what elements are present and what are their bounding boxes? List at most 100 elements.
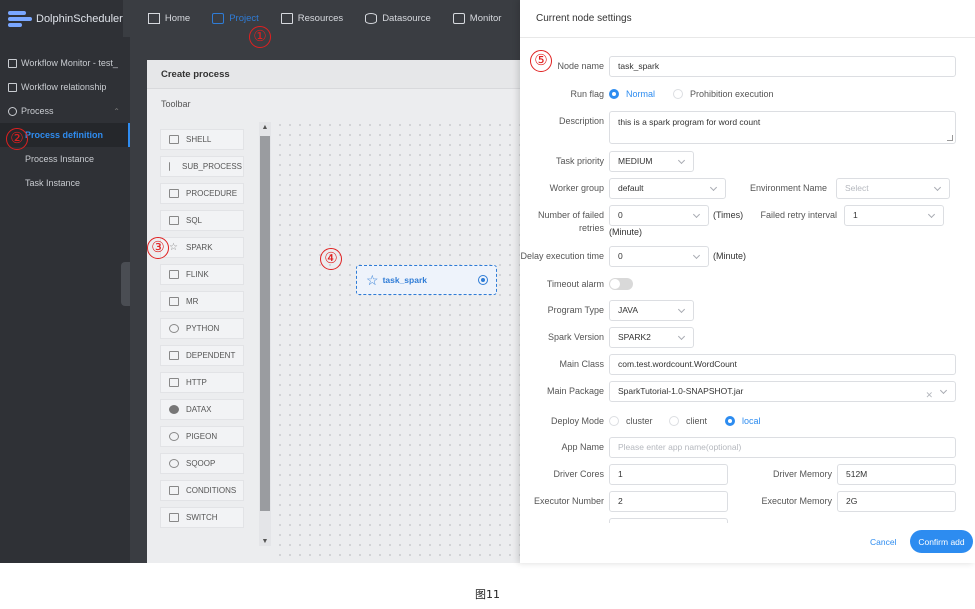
failed-retry-interval-select[interactable]: 1 — [844, 205, 944, 226]
driver-cores-input[interactable]: 1 — [609, 464, 728, 485]
sidebar-item-workflow-monitor[interactable]: Workflow Monitor - test_ — [0, 51, 130, 75]
sidebar-item-label: Process Instance — [25, 154, 95, 164]
scroll-thumb[interactable] — [260, 136, 270, 511]
tool-label: SWITCH — [186, 513, 218, 522]
nav-datasource[interactable]: Datasource — [365, 13, 431, 24]
http-icon — [169, 378, 179, 387]
home-icon — [8, 58, 17, 68]
sqoop-icon — [169, 459, 179, 468]
radio-label: Normal — [626, 89, 656, 99]
deploy-mode-local-radio[interactable]: local — [725, 416, 761, 426]
tool-shell[interactable]: SHELL — [160, 129, 244, 150]
delay-execution-select[interactable]: 0 — [609, 246, 709, 267]
task-priority-select[interactable]: MEDIUM — [609, 151, 694, 172]
datax-icon — [169, 405, 179, 414]
sidebar-item-process[interactable]: Process ⌃ — [0, 99, 130, 123]
scroll-down-icon[interactable]: ▼ — [259, 536, 271, 548]
worker-group-select[interactable]: default — [609, 178, 726, 199]
spark-version-select[interactable]: SPARK2 — [609, 327, 694, 348]
tool-sqoop[interactable]: SQOOP — [160, 453, 244, 474]
program-type-label: Program Type — [547, 305, 604, 315]
sidebar-item-label: Workflow Monitor - test_ — [21, 58, 118, 68]
confirm-add-button[interactable]: Confirm add — [910, 530, 973, 553]
app-name-input[interactable]: Please enter app name(optional) — [609, 437, 956, 458]
clear-icon[interactable]: ✕ — [925, 386, 933, 401]
chevron-down-icon — [709, 183, 718, 192]
main-package-select[interactable]: SparkTutorial-1.0-SNAPSHOT.jar ✕ — [609, 381, 956, 402]
deploy-mode-cluster-radio[interactable]: cluster — [609, 416, 653, 426]
environment-name-select[interactable]: Select — [836, 178, 950, 199]
chevron-up-icon: ⌃ — [113, 106, 120, 116]
main-class-label: Main Class — [559, 359, 604, 369]
sidebar-item-process-instance[interactable]: Process Instance — [0, 147, 130, 171]
failed-retries-label-2: retries — [578, 223, 604, 233]
tool-switch[interactable]: SWITCH — [160, 507, 244, 528]
tool-sql[interactable]: SQL — [160, 210, 244, 231]
drawer-form: Node name task_spark Run flag Normal Pro… — [520, 37, 975, 523]
tool-sub-process[interactable]: SUB_PROCESS — [160, 156, 244, 177]
failed-retries-label-1: Number of failed — [537, 210, 604, 220]
timeout-alarm-toggle[interactable] — [609, 278, 633, 290]
chevron-down-icon — [677, 156, 686, 165]
flink-icon — [169, 270, 179, 279]
logo[interactable]: DolphinScheduler — [0, 0, 123, 37]
main-class-input[interactable]: com.test.wordcount.WordCount — [609, 354, 956, 375]
radio-label: cluster — [626, 416, 653, 426]
app-window: DolphinScheduler Home Project Resources … — [0, 0, 520, 563]
main-package-label: Main Package — [546, 386, 604, 396]
executor-number-label: Executor Number — [533, 496, 604, 506]
node-port-icon[interactable] — [478, 275, 488, 285]
tool-mr[interactable]: MR — [160, 291, 244, 312]
tool-http[interactable]: HTTP — [160, 372, 244, 393]
run-flag-normal-radio[interactable]: Normal — [609, 89, 655, 99]
sidebar-item-task-instance[interactable]: Task Instance — [0, 171, 130, 195]
deploy-mode-client-radio[interactable]: client — [669, 416, 707, 426]
drawer-footer: Cancel Confirm add — [520, 523, 975, 563]
sidebar-item-workflow-relationship[interactable]: Workflow relationship — [0, 75, 130, 99]
select-placeholder: Select — [845, 183, 869, 193]
dag-canvas[interactable] — [275, 120, 520, 563]
run-flag-prohibition-radio[interactable]: Prohibition execution — [673, 89, 774, 99]
description-textarea[interactable]: this is a spark program for word count — [609, 111, 956, 144]
drawer-title: Current node settings — [536, 13, 632, 24]
select-value: 0 — [618, 210, 623, 220]
tool-flink[interactable]: FLINK — [160, 264, 244, 285]
executor-number-input[interactable]: 2 — [609, 491, 728, 512]
nav-project[interactable]: Project — [212, 13, 259, 24]
driver-memory-input[interactable]: 512M — [837, 464, 956, 485]
dolphin-logo-icon — [8, 10, 32, 28]
tool-datax[interactable]: DATAX — [160, 399, 244, 420]
tool-spark[interactable]: ☆ SPARK — [160, 237, 244, 258]
resize-handle-icon[interactable] — [947, 135, 953, 141]
node-settings-drawer: Current node settings Node name task_spa… — [520, 0, 975, 563]
sidebar-collapse-handle[interactable] — [121, 262, 130, 306]
nav-home-label: Home — [164, 13, 191, 24]
nav-resources[interactable]: Resources — [280, 13, 343, 24]
scroll-up-icon[interactable]: ▲ — [259, 122, 271, 134]
tool-label: CONDITIONS — [186, 486, 237, 495]
failed-retries-select[interactable]: 0 — [609, 205, 709, 226]
sidebar-item-label: Process definition — [25, 130, 104, 140]
toolbar-scrollbar[interactable]: ▲ ▼ — [259, 122, 271, 546]
node-name-input[interactable]: task_spark — [609, 56, 956, 77]
cancel-button[interactable]: Cancel — [870, 537, 896, 547]
program-type-select[interactable]: JAVA — [609, 300, 694, 321]
select-value: 1 — [853, 210, 858, 220]
tool-conditions[interactable]: CONDITIONS — [160, 480, 244, 501]
description-label: Description — [558, 116, 604, 126]
tool-dependent[interactable]: DEPENDENT — [160, 345, 244, 366]
select-value: SparkTutorial-1.0-SNAPSHOT.jar — [618, 386, 744, 396]
nav-monitor[interactable]: Monitor — [452, 13, 501, 24]
delay-execution-label: Delay execution time — [520, 251, 604, 261]
nav-home[interactable]: Home — [147, 13, 191, 24]
tool-pigeon[interactable]: PIGEON — [160, 426, 244, 447]
executor-memory-input[interactable]: 2G — [837, 491, 956, 512]
sql-icon — [169, 216, 179, 225]
task-priority-label: Task priority — [555, 156, 604, 166]
task-node-spark[interactable]: ☆ task_spark — [356, 265, 497, 295]
tool-label: MR — [186, 297, 199, 306]
tool-procedure[interactable]: PROCEDURE — [160, 183, 244, 204]
tool-python[interactable]: PYTHON — [160, 318, 244, 339]
folder-icon — [280, 13, 293, 24]
tool-label: DATAX — [186, 405, 212, 414]
